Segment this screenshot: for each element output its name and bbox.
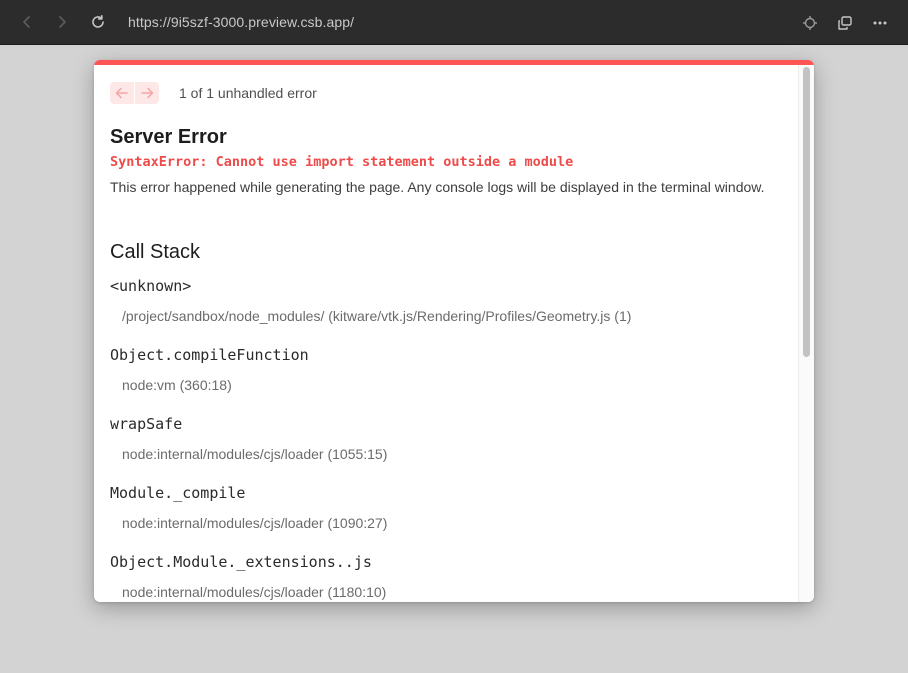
frame-location: /project/sandbox/node_modules/ (kitware/…	[122, 308, 632, 324]
error-count: 1 of 1 unhandled error	[179, 85, 317, 101]
page-title: Server Error	[110, 126, 227, 148]
arrow-right-icon	[141, 87, 154, 99]
dialog-scrollbar[interactable]	[798, 65, 814, 602]
chevron-left-icon	[23, 16, 30, 28]
frame-location: node:vm (360:18)	[122, 377, 232, 393]
stack-frame[interactable]: wrapSafe node:internal/modules/cjs/loade…	[110, 414, 790, 483]
frame-function: Module._compile	[110, 484, 246, 502]
reload-icon	[92, 15, 104, 28]
frame-function: Object.compileFunction	[110, 346, 309, 364]
chevron-right-icon	[59, 16, 66, 28]
stack-frame[interactable]: Object.Module._extensions..js node:inter…	[110, 552, 790, 602]
forward-button[interactable]	[52, 12, 72, 32]
open-new-window-icon	[838, 16, 852, 30]
prev-error-button[interactable]	[110, 82, 134, 104]
frame-function: wrapSafe	[110, 415, 183, 433]
frame-location: node:internal/modules/cjs/loader (1090:2…	[122, 515, 388, 531]
browser-toolbar: https://9i5szf-3000.preview.csb.app/	[0, 0, 908, 45]
frame-function: <unknown>	[110, 277, 192, 295]
arrow-left-icon	[115, 87, 128, 99]
call-stack-list: <unknown> /project/sandbox/node_modules/…	[110, 276, 790, 602]
next-error-button[interactable]	[135, 82, 159, 104]
error-description: This error happened while generating the…	[110, 179, 765, 195]
dialog-scroll-content[interactable]: 1 of 1 unhandled error Server Error Synt…	[94, 65, 798, 602]
inspect-button[interactable]	[799, 12, 821, 34]
stack-frame[interactable]: Object.compileFunction node:vm (360:18)	[110, 345, 790, 414]
frame-location: node:internal/modules/cjs/loader (1055:1…	[122, 446, 388, 462]
stack-frame[interactable]: Module._compile node:internal/modules/cj…	[110, 483, 790, 552]
call-stack-heading: Call Stack	[110, 241, 201, 263]
back-button[interactable]	[17, 12, 37, 32]
error-overlay-dialog: 1 of 1 unhandled error Server Error Synt…	[94, 60, 814, 602]
stack-frame[interactable]: <unknown> /project/sandbox/node_modules/…	[110, 276, 790, 345]
more-menu-button[interactable]	[869, 12, 891, 34]
scrollbar-thumb[interactable]	[803, 67, 810, 357]
address-bar[interactable]: https://9i5szf-3000.preview.csb.app/	[128, 14, 354, 30]
open-window-button[interactable]	[834, 12, 856, 34]
error-pager: 1 of 1 unhandled error	[110, 82, 317, 104]
frame-function: Object.Module._extensions..js	[110, 553, 372, 571]
reload-button[interactable]	[88, 12, 108, 32]
frame-location: node:internal/modules/cjs/loader (1180:1…	[122, 584, 387, 600]
crosshair-icon	[803, 16, 817, 30]
error-message: SyntaxError: Cannot use import statement…	[110, 154, 574, 170]
more-horizontal-icon	[873, 21, 887, 25]
